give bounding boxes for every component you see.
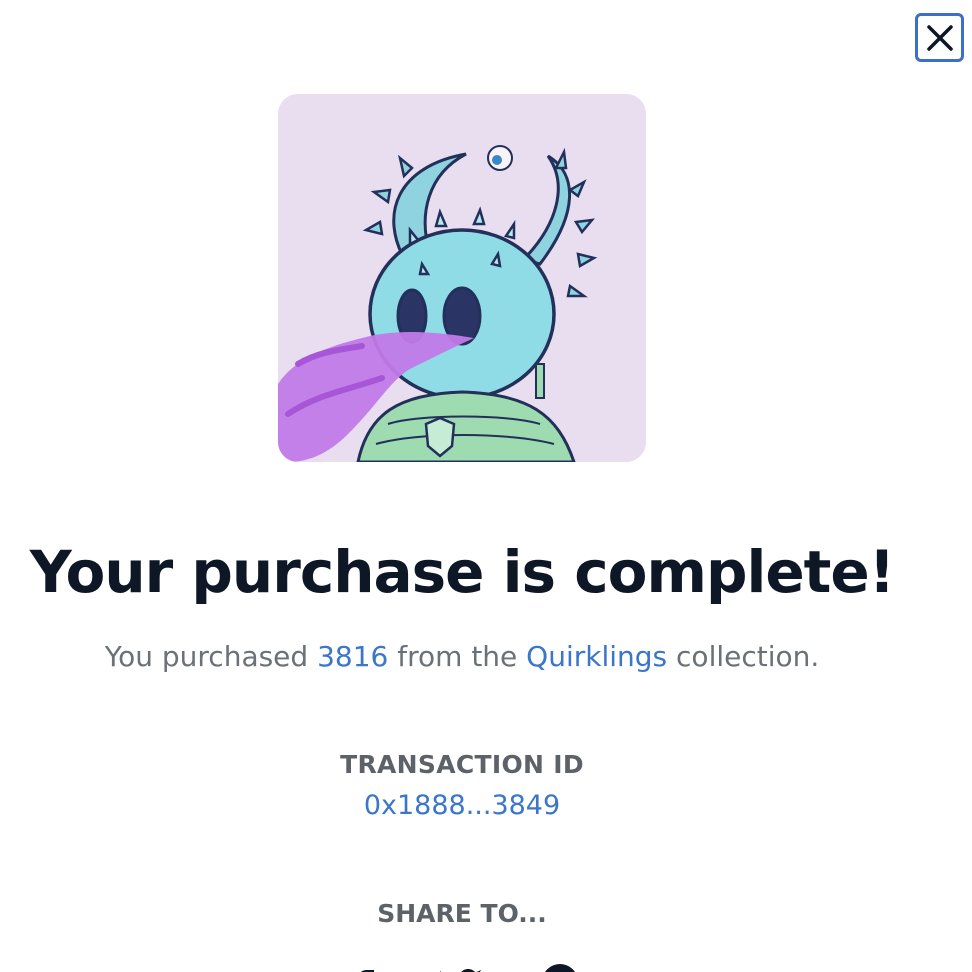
share-twitter-button[interactable] xyxy=(440,958,484,972)
transaction-id-label: TRANSACTION ID xyxy=(340,750,584,779)
close-button[interactable] xyxy=(915,13,964,62)
purchase-middle: from the xyxy=(388,640,527,673)
quirkling-artwork xyxy=(278,94,646,462)
purchase-summary: You purchased 3816 from the Quirklings c… xyxy=(0,640,924,673)
facebook-icon xyxy=(360,970,374,972)
purchase-prefix: You purchased xyxy=(104,640,318,673)
nft-image xyxy=(278,94,646,462)
token-id-link[interactable]: 3816 xyxy=(317,640,388,673)
purchase-suffix: collection. xyxy=(667,640,820,673)
pinterest-icon xyxy=(545,964,575,972)
purchase-complete-modal: Your purchase is complete! You purchased… xyxy=(0,0,972,972)
transaction-id-link[interactable]: 0x1888...3849 xyxy=(0,790,924,821)
share-label: SHARE TO... xyxy=(377,899,547,928)
share-buttons xyxy=(0,958,924,972)
page-title: Your purchase is complete! xyxy=(29,538,895,606)
close-icon xyxy=(926,24,953,51)
share-pinterest-button[interactable] xyxy=(538,958,582,972)
share-facebook-button[interactable] xyxy=(342,958,386,972)
collection-link[interactable]: Quirklings xyxy=(526,640,667,673)
twitter-icon xyxy=(440,969,481,972)
